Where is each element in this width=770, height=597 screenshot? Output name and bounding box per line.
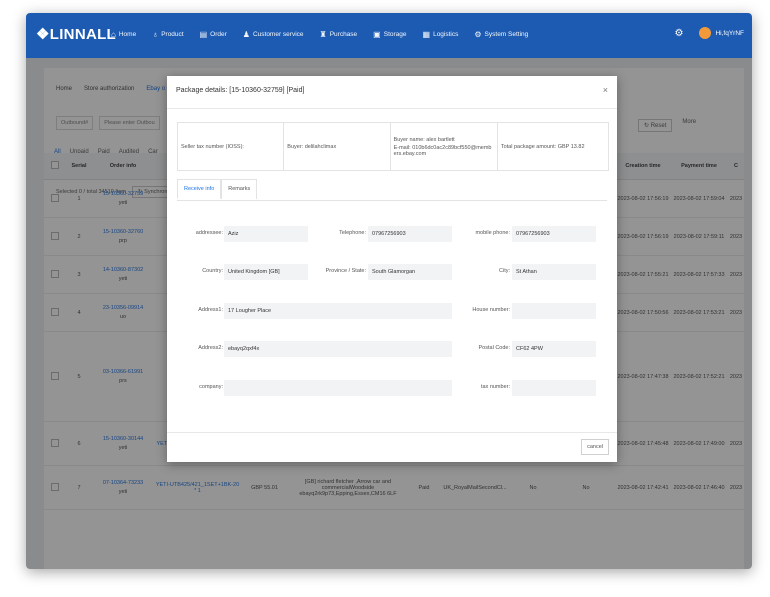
package-details-modal: Package details: [15-10360-32759] [Paid]… — [167, 76, 617, 462]
address1-label: Address1: — [198, 307, 223, 313]
nav-item-label: System Setting — [484, 31, 529, 38]
city-field[interactable]: St Athan — [512, 264, 596, 280]
country-field[interactable]: United Kingdom [GB] — [224, 264, 308, 280]
telephone-field[interactable]: 07967256903 — [368, 226, 452, 242]
address1-field[interactable]: 17 Lougher Place — [224, 303, 452, 319]
nav-item-product[interactable]: ♁ Product — [152, 30, 183, 39]
nav-item-logistics[interactable]: ▦ Logistics — [423, 30, 459, 39]
tab-receive-info[interactable]: Receive info — [177, 179, 222, 199]
nav-item-label: Home — [118, 31, 137, 38]
nav-item-customer-service[interactable]: ♟ Customer service — [243, 30, 304, 39]
buyer-email: E-mail: 010b6dc0ac2c89bcf550@members.eba… — [393, 144, 492, 157]
nav-item-label: Purchase — [329, 31, 358, 38]
tab-divider — [177, 200, 607, 201]
user-greeting[interactable]: Hi,fqYrNF — [715, 30, 744, 37]
avatar[interactable] — [699, 27, 712, 39]
house-number-label: House number: — [472, 307, 510, 313]
home-icon: ⌂ — [111, 30, 116, 39]
buyer-name: Buyer name: alex bartlett — [393, 136, 455, 143]
logo-text: LINNALL — [49, 26, 117, 43]
mobile-label: mobile phone: — [475, 230, 510, 236]
total-amount: Total package amount: GBP 13.82 — [500, 143, 585, 150]
top-navigation: ❖LINNALL ⌂ Home ♁ Product ▤ Order ♟ Customer se… — [26, 13, 752, 58]
package-summary: Seller tax number (IOSS): Buyer: delilah… — [177, 122, 609, 171]
divider — [167, 108, 617, 109]
nav-item-label: Storage — [383, 31, 407, 38]
province-label: Province / State: — [325, 268, 366, 274]
customer-icon: ♟ — [242, 30, 250, 39]
house-number-field[interactable] — [512, 303, 596, 319]
postal-code-field[interactable]: CF62 4PW — [512, 341, 596, 357]
buyer-contact-cell: Buyer name: alex bartlett E-mail: 010b6d… — [391, 123, 498, 170]
logistics-icon: ▦ — [422, 30, 431, 39]
nav-item-purchase[interactable]: ♜ Purchase — [320, 30, 358, 39]
product-icon: ♁ — [152, 30, 159, 39]
order-icon: ▤ — [199, 30, 208, 39]
nav-item-label: Order — [210, 31, 227, 38]
nav-item-label: Customer service — [252, 31, 304, 38]
total-cell: Total package amount: GBP 13.82 — [498, 123, 608, 170]
seller-tax-cell: Seller tax number (IOSS): — [178, 123, 285, 170]
address2-label: Address2: — [198, 345, 223, 351]
nav-item-storage[interactable]: ▣ Storage — [373, 30, 406, 39]
company-field[interactable] — [224, 380, 452, 396]
company-label: company: — [199, 384, 223, 390]
tax-number-label: tax number: — [480, 384, 510, 390]
modal-footer-divider — [167, 432, 617, 433]
addressee-label: addressee: — [195, 230, 223, 236]
modal-title: Package details: [15-10360-32759] [Paid] — [176, 87, 305, 94]
user-area: ⚙ Hi,fqYrNF — [675, 27, 744, 39]
nav-item-home[interactable]: ⌂ Home — [111, 30, 136, 39]
cancel-button[interactable]: cancel — [581, 439, 609, 455]
app-window: ❖LINNALL ⌂ Home ♁ Product ▤ Order ♟ Customer se… — [26, 13, 752, 569]
logo[interactable]: ❖LINNALL — [36, 25, 116, 43]
nav-item-label: Product — [161, 31, 184, 38]
close-icon[interactable]: × — [603, 85, 608, 95]
nav-item-system-setting[interactable]: ⚙ System Setting — [474, 30, 528, 39]
modal-tabs: Receive info Remarks — [177, 179, 258, 199]
purchase-icon: ♜ — [319, 30, 327, 39]
buyer-cell: Buyer: delilahclimax — [284, 123, 391, 170]
settings-gear-icon[interactable]: ⚙ — [675, 28, 684, 39]
storage-icon: ▣ — [373, 30, 381, 39]
city-label: City: — [499, 268, 510, 274]
mobile-field[interactable]: 07967256903 — [512, 226, 596, 242]
telephone-label: Telephone: — [339, 230, 366, 236]
settings-icon: ⚙ — [474, 30, 482, 39]
logo-mark-icon: ❖ — [36, 26, 50, 43]
tab-remarks[interactable]: Remarks — [221, 179, 258, 199]
nav-item-order[interactable]: ▤ Order — [200, 30, 227, 39]
seller-tax-label: Seller tax number (IOSS): — [181, 143, 244, 150]
postal-code-label: Postal Code: — [478, 345, 511, 351]
country-label: Country: — [202, 268, 223, 274]
nav-menu: ⌂ Home ♁ Product ▤ Order ♟ Customer service ♜ Pur… — [111, 30, 528, 39]
address2-field[interactable]: ebayq2qxf4x — [224, 341, 452, 357]
nav-item-label: Logistics — [433, 31, 459, 38]
addressee-field[interactable]: Aziz — [224, 226, 308, 242]
buyer-id: Buyer: delilahclimax — [287, 143, 337, 150]
province-field[interactable]: South Glamorgan — [368, 264, 452, 280]
tax-number-field[interactable] — [512, 380, 596, 396]
